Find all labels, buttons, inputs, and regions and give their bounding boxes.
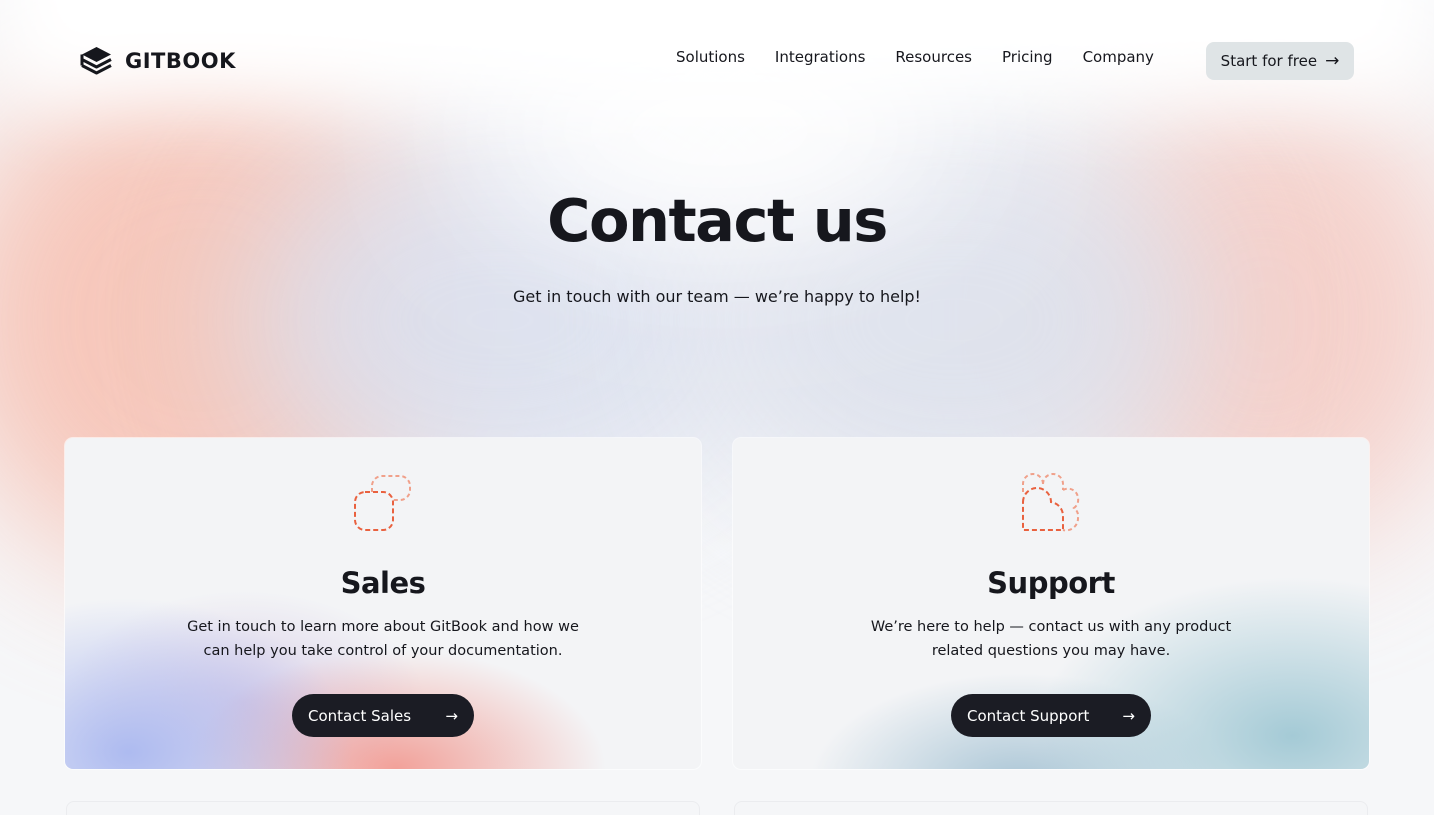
support-title: Support bbox=[987, 566, 1115, 600]
arrow-right-icon: → bbox=[1122, 706, 1135, 725]
support-description: We’re here to help — contact us with any… bbox=[870, 619, 1232, 659]
sales-card: Sales Get in touch to learn more about G… bbox=[65, 438, 701, 769]
support-bubbles-icon bbox=[1022, 473, 1080, 532]
support-card: Support We’re here to help — contact us … bbox=[733, 438, 1369, 769]
page-subtitle: Get in touch with our team — we’re happy… bbox=[513, 287, 921, 306]
contact-support-label: Contact Support bbox=[967, 706, 1090, 725]
chat-bubbles-icon bbox=[354, 475, 411, 531]
nav-item-integrations[interactable]: Integrations bbox=[775, 48, 865, 66]
start-for-free-label: Start for free bbox=[1220, 52, 1318, 70]
main-nav: Solutions Integrations Resources Pricing… bbox=[676, 48, 1154, 66]
page-title: Contact us bbox=[547, 186, 888, 255]
arrow-right-icon: → bbox=[445, 706, 458, 725]
contact-support-button[interactable]: Contact Support → bbox=[951, 694, 1151, 737]
site-header: GITBOOK Solutions Integrations Resources… bbox=[0, 0, 1434, 120]
arrow-right-icon: → bbox=[1325, 50, 1340, 71]
next-card-right bbox=[734, 801, 1368, 815]
nav-item-company[interactable]: Company bbox=[1083, 48, 1154, 66]
start-for-free-button[interactable]: Start for free → bbox=[1206, 42, 1354, 80]
nav-item-pricing[interactable]: Pricing bbox=[1002, 48, 1053, 66]
contact-sales-label: Contact Sales bbox=[308, 706, 412, 725]
contact-sales-button[interactable]: Contact Sales → bbox=[292, 694, 474, 737]
next-card-left bbox=[66, 801, 700, 815]
sales-description: Get in touch to learn more about GitBook… bbox=[187, 619, 579, 659]
brand-name: GITBOOK bbox=[125, 49, 236, 73]
sales-title: Sales bbox=[340, 566, 426, 600]
gitbook-logo-icon bbox=[80, 47, 112, 75]
contact-page: GITBOOK Solutions Integrations Resources… bbox=[0, 0, 1434, 815]
nav-item-resources[interactable]: Resources bbox=[895, 48, 972, 66]
gitbook-logo[interactable]: GITBOOK bbox=[80, 45, 236, 77]
nav-item-solutions[interactable]: Solutions bbox=[676, 48, 745, 66]
